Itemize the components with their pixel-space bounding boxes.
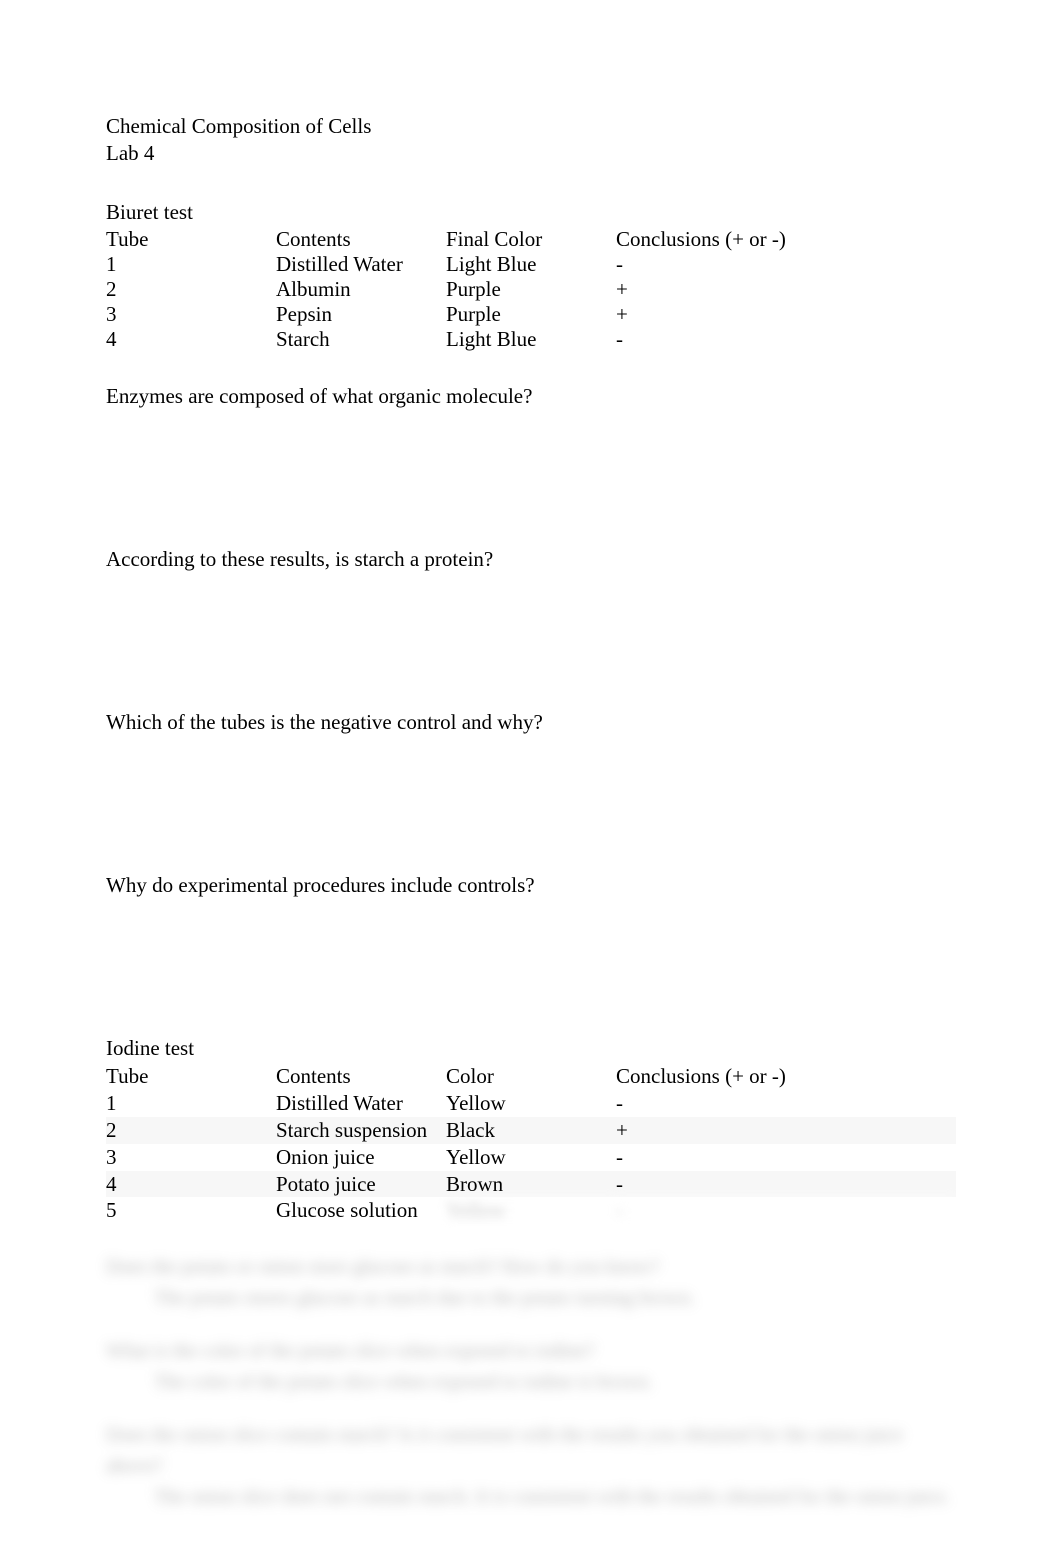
col-header-color: Final Color [446, 227, 616, 252]
table-row: 1 Distilled Water Yellow - [106, 1090, 956, 1117]
cell-color: Purple [446, 302, 616, 327]
blurred-question: Does the potato or onion store glucose a… [106, 1252, 956, 1283]
cell-conclusion: - [616, 252, 956, 277]
cell-contents: Pepsin [276, 302, 446, 327]
table-row: 2 Starch suspension Black + [106, 1117, 956, 1144]
blurred-answer: The color of the potato slice when expos… [154, 1367, 956, 1398]
table-row: 3 Onion juice Yellow - [106, 1144, 956, 1171]
page-title: Chemical Composition of Cells [106, 114, 956, 139]
cell-contents: Distilled Water [276, 252, 446, 277]
cell-contents: Glucose solution [276, 1197, 446, 1224]
table-row: 4 Starch Light Blue - [106, 327, 956, 352]
cell-tube: 1 [106, 252, 276, 277]
cell-color: Light Blue [446, 327, 616, 352]
cell-conclusion: - [616, 1197, 956, 1224]
cell-conclusion: + [616, 1117, 956, 1144]
cell-conclusion: - [616, 1144, 956, 1171]
cell-conclusion: + [616, 302, 956, 327]
col-header-tube: Tube [106, 1063, 276, 1090]
blurred-question: Does the onion slice contain starch? Is … [106, 1420, 956, 1482]
cell-conclusion: - [616, 1090, 956, 1117]
cell-contents: Starch suspension [276, 1117, 446, 1144]
cell-color: Black [446, 1117, 616, 1144]
col-header-contents: Contents [276, 1063, 446, 1090]
cell-contents: Potato juice [276, 1171, 446, 1198]
blurred-question: What is the color of the potato slice wh… [106, 1336, 956, 1367]
cell-color: Brown [446, 1171, 616, 1198]
table-header-row: Tube Contents Color Conclusions (+ or -) [106, 1063, 956, 1090]
blurred-answer: The onion slice does not contain starch.… [154, 1482, 956, 1513]
iodine-table: Tube Contents Color Conclusions (+ or -)… [106, 1063, 956, 1224]
table-header-row: Tube Contents Final Color Conclusions (+… [106, 227, 956, 252]
cell-tube: 4 [106, 327, 276, 352]
cell-conclusion: - [616, 1171, 956, 1198]
cell-tube: 5 [106, 1197, 276, 1224]
cell-color: Yellow [446, 1197, 616, 1224]
col-header-contents: Contents [276, 227, 446, 252]
table-row: 5 Glucose solution Yellow - [106, 1197, 956, 1224]
cell-conclusion: - [616, 327, 956, 352]
question-1: Enzymes are composed of what organic mol… [106, 384, 956, 409]
table-row: 1 Distilled Water Light Blue - [106, 252, 956, 277]
cell-tube: 3 [106, 1144, 276, 1171]
iodine-heading: Iodine test [106, 1036, 956, 1061]
col-header-color: Color [446, 1063, 616, 1090]
blurred-answer: The potato stores glucose as starch due … [154, 1283, 956, 1314]
col-header-tube: Tube [106, 227, 276, 252]
blurred-preview-region: Does the potato or onion store glucose a… [106, 1252, 956, 1513]
cell-tube: 2 [106, 1117, 276, 1144]
cell-tube: 4 [106, 1171, 276, 1198]
table-row: 3 Pepsin Purple + [106, 302, 956, 327]
question-2: According to these results, is starch a … [106, 547, 956, 572]
cell-color: Light Blue [446, 252, 616, 277]
cell-tube: 1 [106, 1090, 276, 1117]
table-row: 4 Potato juice Brown - [106, 1171, 956, 1198]
page-subtitle: Lab 4 [106, 141, 956, 166]
cell-tube: 2 [106, 277, 276, 302]
iodine-section: Iodine test Tube Contents Color Conclusi… [106, 1036, 956, 1224]
cell-color: Yellow [446, 1144, 616, 1171]
cell-contents: Starch [276, 327, 446, 352]
col-header-conclusion: Conclusions (+ or -) [616, 227, 956, 252]
cell-contents: Albumin [276, 277, 446, 302]
biuret-heading: Biuret test [106, 200, 956, 225]
cell-conclusion: + [616, 277, 956, 302]
question-4: Why do experimental procedures include c… [106, 873, 956, 898]
cell-contents: Distilled Water [276, 1090, 446, 1117]
question-3: Which of the tubes is the negative contr… [106, 710, 956, 735]
col-header-conclusion: Conclusions (+ or -) [616, 1063, 956, 1090]
table-row: 2 Albumin Purple + [106, 277, 956, 302]
cell-color: Yellow [446, 1090, 616, 1117]
cell-contents: Onion juice [276, 1144, 446, 1171]
biuret-table: Tube Contents Final Color Conclusions (+… [106, 227, 956, 352]
biuret-section: Biuret test Tube Contents Final Color Co… [106, 200, 956, 352]
cell-tube: 3 [106, 302, 276, 327]
cell-color: Purple [446, 277, 616, 302]
